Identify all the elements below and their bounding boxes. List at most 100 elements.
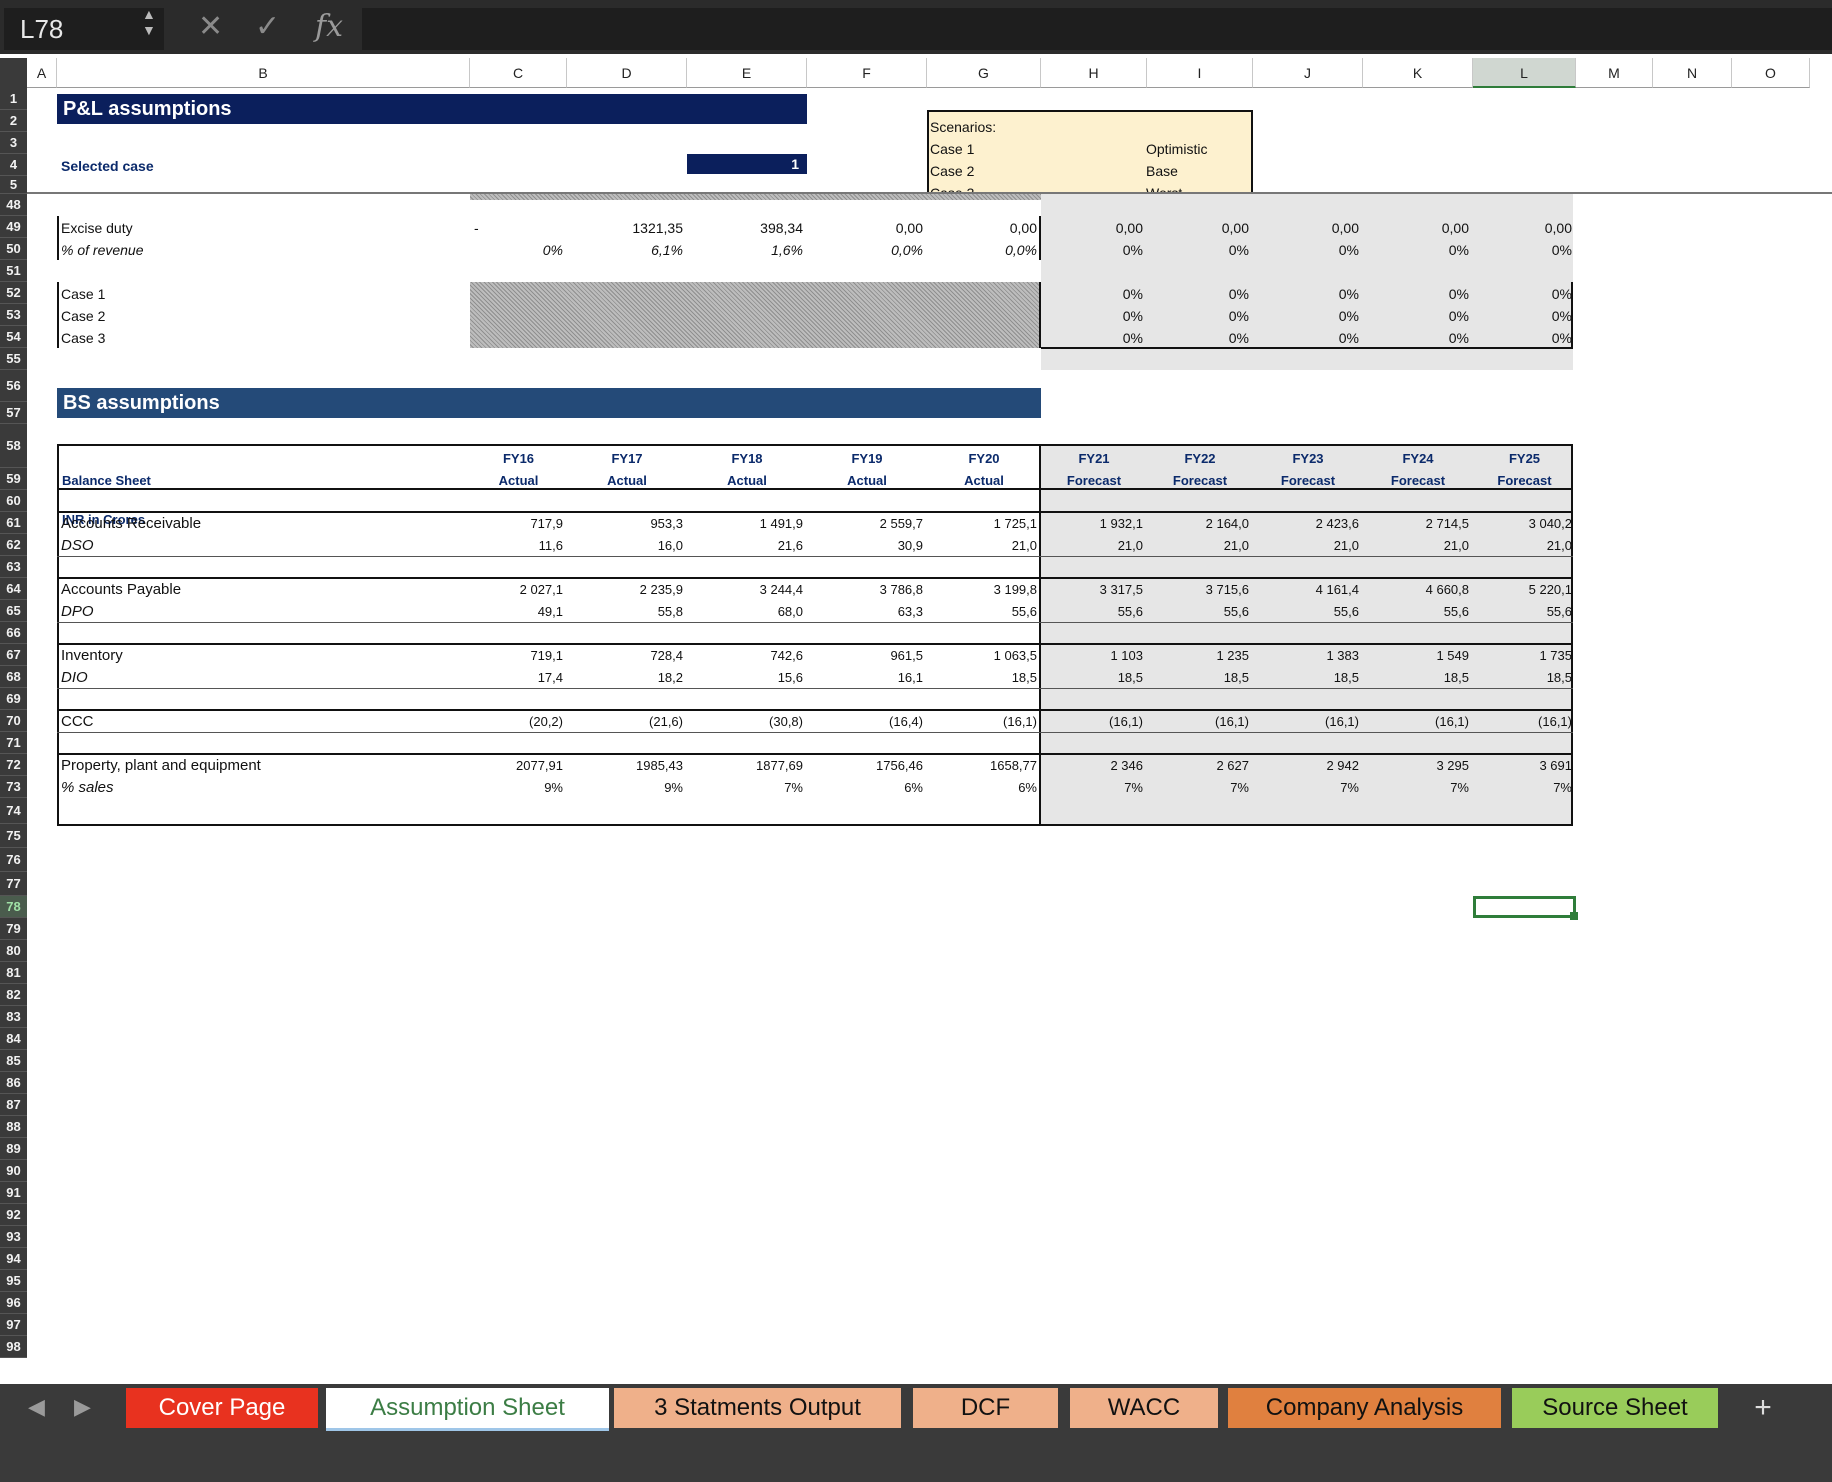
row-header-82[interactable]: 82 xyxy=(0,984,27,1006)
row-header-93[interactable]: 93 xyxy=(0,1226,27,1248)
bs-row-label: Accounts Payable xyxy=(61,581,182,598)
row-header-76[interactable]: 76 xyxy=(0,848,27,872)
row-header-70[interactable]: 70 xyxy=(0,710,27,732)
add-sheet-button[interactable]: + xyxy=(1728,1388,1798,1428)
column-header-f[interactable]: F xyxy=(807,58,927,88)
row-header-98[interactable]: 98 xyxy=(0,1336,27,1358)
row-header-63[interactable]: 63 xyxy=(0,556,27,578)
row-header-87[interactable]: 87 xyxy=(0,1094,27,1116)
row-header-92[interactable]: 92 xyxy=(0,1204,27,1226)
enter-icon[interactable]: ✓ xyxy=(255,10,280,44)
spreadsheet-grid[interactable]: ABCDEFGHIJKLMNO 1 2 3 4 5 48 49 50 51 52 53 54 55 56 5… xyxy=(0,58,1832,1384)
column-header-l[interactable]: L xyxy=(1473,58,1576,88)
tab-source-sheet[interactable]: Source Sheet xyxy=(1512,1388,1718,1428)
row-header-86[interactable]: 86 xyxy=(0,1072,27,1094)
row-header-51[interactable]: 51 xyxy=(0,260,27,282)
row-header-59[interactable]: 59 xyxy=(0,468,27,490)
row-header-90[interactable]: 90 xyxy=(0,1160,27,1182)
row-header-55[interactable]: 55 xyxy=(0,348,27,370)
row-header-91[interactable]: 91 xyxy=(0,1182,27,1204)
tab-wacc[interactable]: WACC xyxy=(1070,1388,1218,1428)
row-header-68[interactable]: 68 xyxy=(0,666,27,688)
tab-3-statments-output[interactable]: 3 Statments Output xyxy=(614,1388,901,1428)
tab-company-analysis[interactable]: Company Analysis xyxy=(1228,1388,1501,1428)
row-header-71[interactable]: 71 xyxy=(0,732,27,754)
bs-value: 55,6 xyxy=(1011,604,1037,619)
row-header-64[interactable]: 64 xyxy=(0,578,27,600)
row-header-60[interactable]: 60 xyxy=(0,490,27,512)
column-header-d[interactable]: D xyxy=(567,58,687,88)
row-header-57[interactable]: 57 xyxy=(0,402,27,424)
column-header-h[interactable]: H xyxy=(1041,58,1147,88)
row-header-75[interactable]: 75 xyxy=(0,824,27,848)
row-header-72[interactable]: 72 xyxy=(0,754,27,776)
tab-assumption-sheet[interactable]: Assumption Sheet xyxy=(326,1388,609,1431)
column-header-o[interactable]: O xyxy=(1732,58,1810,88)
row-header-52[interactable]: 52 xyxy=(0,282,27,304)
table-border xyxy=(57,216,59,260)
selected-cell[interactable] xyxy=(1473,896,1576,918)
column-header-a[interactable]: A xyxy=(27,58,57,88)
row-header-53[interactable]: 53 xyxy=(0,304,27,326)
column-header-b[interactable]: B xyxy=(57,58,470,88)
row-header-5[interactable]: 5 xyxy=(0,176,27,194)
row-header-81[interactable]: 81 xyxy=(0,962,27,984)
row-header-54[interactable]: 54 xyxy=(0,326,27,348)
row-header-84[interactable]: 84 xyxy=(0,1028,27,1050)
row-header-66[interactable]: 66 xyxy=(0,622,27,644)
row-header-80[interactable]: 80 xyxy=(0,940,27,962)
row-header-89[interactable]: 89 xyxy=(0,1138,27,1160)
excise-value: 0,00 xyxy=(1544,220,1572,236)
row-header-78[interactable]: 78 xyxy=(0,896,27,918)
name-box[interactable]: L78 xyxy=(4,8,164,50)
fill-handle[interactable] xyxy=(1570,912,1578,920)
formula-input[interactable] xyxy=(362,8,1832,50)
column-header-c[interactable]: C xyxy=(470,58,567,88)
row-header-3[interactable]: 3 xyxy=(0,132,27,154)
row-header-48[interactable]: 48 xyxy=(0,194,27,216)
row-header-94[interactable]: 94 xyxy=(0,1248,27,1270)
excise-value: 0,00 xyxy=(895,220,923,236)
tab-dcf[interactable]: DCF xyxy=(913,1388,1058,1428)
column-header-i[interactable]: I xyxy=(1147,58,1253,88)
column-header-k[interactable]: K xyxy=(1363,58,1473,88)
row-header-49[interactable]: 49 xyxy=(0,216,27,238)
row-header-95[interactable]: 95 xyxy=(0,1270,27,1292)
function-icon[interactable]: fx xyxy=(315,10,343,44)
column-header-e[interactable]: E xyxy=(687,58,807,88)
row-header-65[interactable]: 65 xyxy=(0,600,27,622)
row-header-61[interactable]: 61 xyxy=(0,512,27,534)
row-header-74[interactable]: 74 xyxy=(0,798,27,824)
row-header-1[interactable]: 1 xyxy=(0,88,27,110)
row-header-96[interactable]: 96 xyxy=(0,1292,27,1314)
select-all-corner[interactable] xyxy=(0,58,27,88)
row-header-73[interactable]: 73 xyxy=(0,776,27,798)
row-header-79[interactable]: 79 xyxy=(0,918,27,940)
row-header-67[interactable]: 67 xyxy=(0,644,27,666)
row-header-2[interactable]: 2 xyxy=(0,110,27,132)
cancel-icon[interactable]: ✕ xyxy=(198,10,223,44)
row-header-77[interactable]: 77 xyxy=(0,872,27,896)
row-header-58[interactable]: 58 xyxy=(0,424,27,468)
column-header-m[interactable]: M xyxy=(1576,58,1653,88)
case-row-label: Case 3 xyxy=(61,330,106,346)
row-header-62[interactable]: 62 xyxy=(0,534,27,556)
next-sheet-icon[interactable]: ▶ xyxy=(74,1394,91,1420)
column-header-n[interactable]: N xyxy=(1653,58,1732,88)
column-header-j[interactable]: J xyxy=(1253,58,1363,88)
row-header-85[interactable]: 85 xyxy=(0,1050,27,1072)
prev-sheet-icon[interactable]: ◀ xyxy=(28,1394,45,1420)
bs-value: 21,0 xyxy=(1333,538,1359,553)
row-header-97[interactable]: 97 xyxy=(0,1314,27,1336)
selected-case-input[interactable]: 1 xyxy=(687,154,807,174)
column-header-g[interactable]: G xyxy=(927,58,1041,88)
row-header-56[interactable]: 56 xyxy=(0,370,27,402)
row-header-88[interactable]: 88 xyxy=(0,1116,27,1138)
row-header-50[interactable]: 50 xyxy=(0,238,27,260)
name-box-stepper-icon[interactable]: ▲ ▼ xyxy=(142,6,156,38)
row-header-83[interactable]: 83 xyxy=(0,1006,27,1028)
row-header-4[interactable]: 4 xyxy=(0,154,27,176)
bs-value: 15,6 xyxy=(777,670,803,685)
tab-cover-page[interactable]: Cover Page xyxy=(126,1388,318,1428)
row-header-69[interactable]: 69 xyxy=(0,688,27,710)
